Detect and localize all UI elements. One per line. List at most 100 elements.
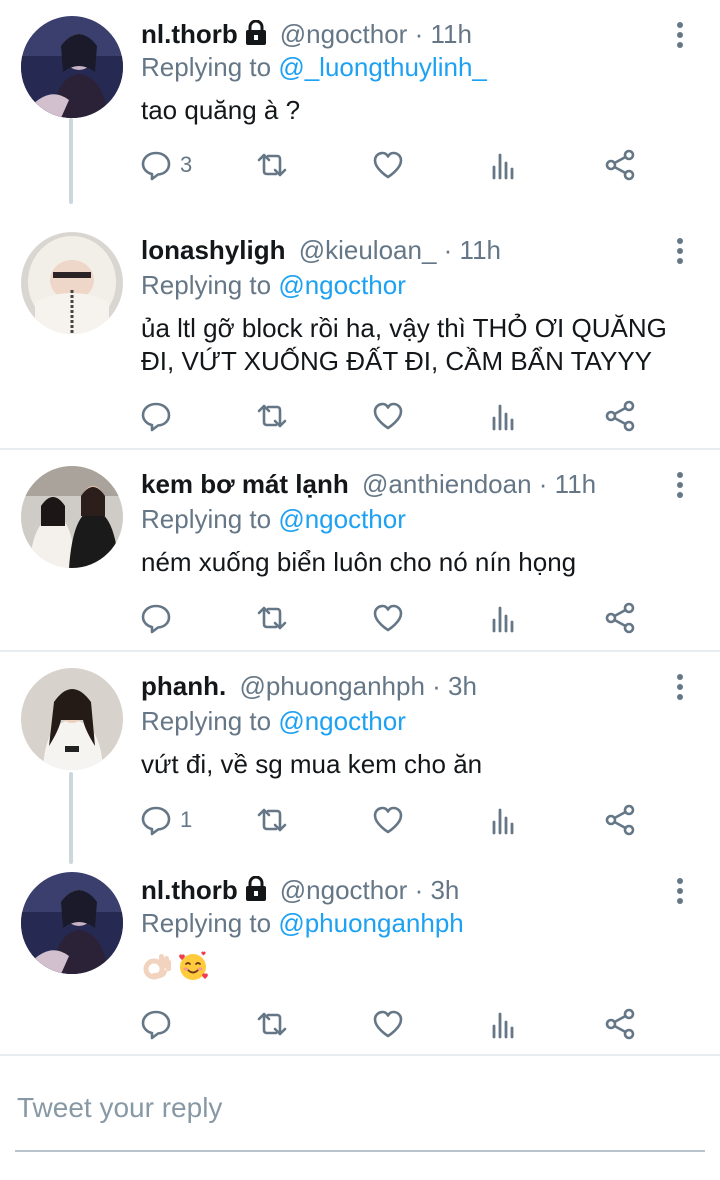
retweet-button[interactable] [256, 802, 288, 838]
reply-icon [141, 1010, 171, 1040]
like-button[interactable] [372, 398, 404, 434]
like-button[interactable] [372, 600, 404, 636]
stats-icon [492, 606, 514, 633]
share-button[interactable] [604, 147, 636, 183]
timestamp[interactable]: · 11h [539, 469, 596, 499]
avatar[interactable] [21, 466, 123, 568]
input-underline [15, 1150, 705, 1152]
share-icon [605, 804, 635, 836]
like-button[interactable] [372, 147, 404, 183]
replying-to-label: Replying to [141, 270, 279, 300]
heart-icon [373, 402, 403, 430]
lock-icon [245, 876, 266, 901]
reply-composer [0, 1056, 720, 1180]
reply-icon [141, 151, 171, 181]
retweet-icon [257, 404, 287, 428]
reply-button[interactable]: 3 [140, 147, 192, 183]
tweet[interactable]: nl.thorb @ngocthor · 11h Replying to @_lu… [0, 16, 720, 206]
tweet[interactable]: phanh. @phuonganhph · 3h Replying to @ng… [0, 668, 720, 858]
reply-icon [141, 604, 171, 634]
reply-icon [141, 402, 171, 432]
avatar-image [21, 232, 123, 334]
ok-hand-emoji [143, 954, 171, 980]
more-vertical-icon[interactable] [674, 878, 686, 908]
replying-to: Replying to @ngocthor [141, 704, 406, 738]
replying-to-mention[interactable]: @ngocthor [278, 270, 406, 300]
retweet-button[interactable] [256, 1006, 288, 1042]
share-icon [605, 1008, 635, 1040]
display-name[interactable]: phanh. [141, 671, 226, 701]
stats-button[interactable] [488, 1006, 520, 1042]
share-button[interactable] [604, 398, 636, 434]
display-name[interactable]: nl.thorb [141, 19, 238, 49]
retweet-icon [257, 1012, 287, 1036]
timestamp[interactable]: · 11h [415, 19, 472, 49]
stats-button[interactable] [488, 398, 520, 434]
reply-button[interactable] [140, 600, 180, 636]
tweet-text [141, 950, 701, 986]
stats-icon [492, 1012, 514, 1039]
tweet-text: ném xuống biển luôn cho nó nín họng [141, 547, 577, 577]
tweet[interactable]: nl.thorb @ngocthor · 3h Replying to @phuo… [0, 872, 720, 1056]
tweet-actions [140, 398, 660, 434]
reply-button[interactable] [140, 1006, 180, 1042]
more-vertical-icon[interactable] [674, 22, 686, 52]
smiling-face-with-hearts-emoji [179, 951, 208, 980]
reply-icon [141, 806, 171, 836]
like-button[interactable] [372, 1006, 404, 1042]
stats-button[interactable] [488, 147, 520, 183]
retweet-icon [257, 606, 287, 630]
replying-to-label: Replying to [141, 908, 279, 938]
user-handle[interactable]: @phuonganhph [239, 671, 424, 701]
tweet[interactable]: kem bơ mát lạnh @anthiendoan · 11h Reply… [0, 466, 720, 652]
tweet-text: ủa ltl gỡ block rồi ha, vậy thì THỎ ƠI Q… [141, 313, 667, 376]
like-button[interactable] [372, 802, 404, 838]
timestamp[interactable]: · 11h [444, 235, 501, 265]
tweet-reply-input[interactable] [17, 1086, 703, 1130]
stats-button[interactable] [488, 802, 520, 838]
reply-button[interactable]: 1 [140, 802, 192, 838]
replying-to-mention[interactable]: @ngocthor [278, 504, 406, 534]
share-button[interactable] [604, 802, 636, 838]
display-name[interactable]: lonashyligh [141, 235, 285, 265]
retweet-button[interactable] [256, 398, 288, 434]
more-vertical-icon[interactable] [674, 238, 686, 268]
user-handle[interactable]: @anthiendoan [362, 469, 532, 499]
retweet-button[interactable] [256, 147, 288, 183]
replying-to-mention[interactable]: @phuonganhph [278, 908, 463, 938]
tweet-header: nl.thorb @ngocthor · 11h [141, 16, 472, 52]
stats-button[interactable] [488, 600, 520, 636]
tweet[interactable]: lonashyligh @kieuloan_ · 11h Replying to… [0, 232, 720, 450]
replying-to-mention[interactable]: @ngocthor [278, 706, 406, 736]
user-handle[interactable]: @ngocthor [280, 875, 408, 905]
timestamp[interactable]: · 3h [432, 671, 477, 701]
heart-icon [373, 806, 403, 834]
stats-icon [492, 404, 514, 431]
heart-icon [373, 1010, 403, 1038]
heart-icon [373, 151, 403, 179]
avatar[interactable] [21, 232, 123, 334]
reply-button[interactable] [140, 398, 180, 434]
user-handle[interactable]: @kieuloan_ [299, 235, 437, 265]
avatar[interactable] [21, 16, 123, 118]
more-vertical-icon[interactable] [674, 674, 686, 704]
timestamp[interactable]: · 3h [415, 875, 460, 905]
more-vertical-icon[interactable] [674, 472, 686, 502]
replying-to: Replying to @_luongthuylinh_ [141, 50, 487, 84]
tweet-actions [140, 600, 660, 636]
share-button[interactable] [604, 600, 636, 636]
share-button[interactable] [604, 1006, 636, 1042]
display-name[interactable]: nl.thorb [141, 875, 238, 905]
tweet-header: lonashyligh @kieuloan_ · 11h [141, 232, 501, 268]
replying-to-label: Replying to [141, 52, 279, 82]
avatar[interactable] [21, 668, 123, 770]
display-name[interactable]: kem bơ mát lạnh [141, 469, 349, 499]
tweet-header: kem bơ mát lạnh @anthiendoan · 11h [141, 466, 596, 502]
replying-to: Replying to @ngocthor [141, 502, 406, 536]
replying-to-mention[interactable]: @_luongthuylinh_ [278, 52, 487, 82]
user-handle[interactable]: @ngocthor [280, 19, 408, 49]
replying-to-label: Replying to [141, 706, 279, 736]
avatar[interactable] [21, 872, 123, 974]
stats-icon [492, 808, 514, 835]
retweet-button[interactable] [256, 600, 288, 636]
